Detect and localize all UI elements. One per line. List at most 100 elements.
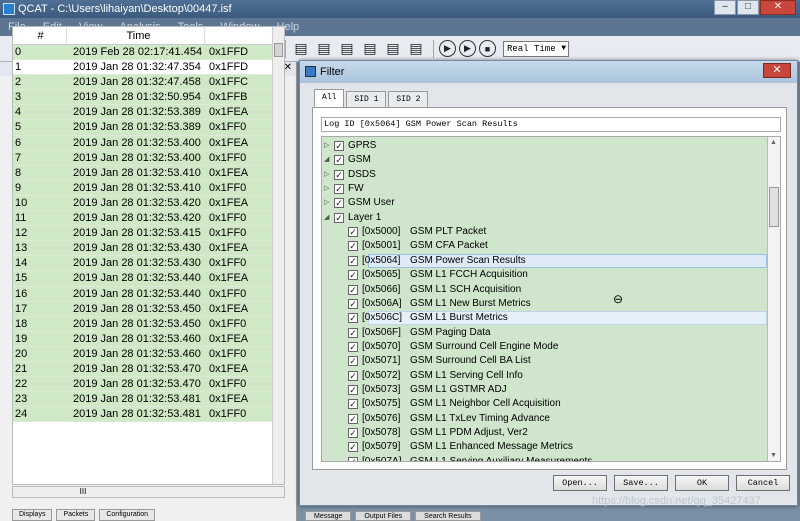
scroll-thumb[interactable] bbox=[769, 187, 779, 227]
checkbox[interactable]: ✓ bbox=[334, 155, 344, 166]
tree-item-log[interactable]: ✓ [0x5072] GSM L1 Serving Cell Info bbox=[322, 369, 762, 383]
table-row[interactable]: 17 2019 Jan 28 01:32:53.450 0x1FEA bbox=[13, 301, 284, 317]
checkbox[interactable]: ✓ bbox=[348, 413, 358, 424]
table-row[interactable]: 20 2019 Jan 28 01:32:53.460 0x1FF0 bbox=[13, 346, 284, 362]
tab-configuration[interactable]: Configuration bbox=[99, 509, 155, 521]
tab-message[interactable]: Message bbox=[305, 511, 352, 521]
checkbox[interactable]: ✓ bbox=[348, 428, 358, 438]
table-row[interactable]: 18 2019 Jan 28 01:32:53.450 0x1FF0 bbox=[13, 316, 284, 332]
log-view-4-icon[interactable]: ▤ bbox=[360, 39, 380, 59]
tree-item-log[interactable]: ✓ [0x5066] GSM L1 SCH Acquisition bbox=[322, 283, 762, 297]
column-header-index[interactable]: # bbox=[13, 27, 67, 44]
expand-icon[interactable]: ▷ bbox=[324, 196, 332, 210]
maximize-button[interactable]: □ bbox=[737, 0, 759, 15]
expand-icon[interactable]: ▷ bbox=[324, 182, 332, 196]
save-button[interactable]: Save... bbox=[614, 475, 668, 491]
tree-item-group[interactable]: ▷ ✓ FW bbox=[322, 182, 762, 196]
tree-item-log[interactable]: ✓ [0x5000] GSM PLT Packet bbox=[322, 225, 762, 239]
tree-item-log[interactable]: ✓ [0x5079] GSM L1 Enhanced Message Metrics bbox=[322, 440, 762, 454]
tree-item-group[interactable]: ◢ ✓ GSM bbox=[322, 153, 762, 167]
column-header-code[interactable] bbox=[205, 27, 273, 44]
table-row[interactable]: 6 2019 Jan 28 01:32:53.400 0x1FEA bbox=[13, 135, 284, 151]
table-vertical-scrollbar[interactable] bbox=[272, 27, 284, 484]
tree-item-log[interactable]: ✓ [0x5075] GSM L1 Neighbor Cell Acquisitio… bbox=[322, 397, 762, 411]
minimize-button[interactable]: – bbox=[714, 0, 736, 15]
close-window-button[interactable]: ✕ bbox=[760, 0, 796, 15]
tree-item-log[interactable]: ✓ [0x506C] GSM L1 Burst Metrics bbox=[322, 311, 762, 325]
checkbox[interactable]: ✓ bbox=[334, 198, 344, 209]
table-row[interactable]: 23 2019 Jan 28 01:32:53.481 0x1FEA bbox=[13, 392, 284, 408]
checkbox[interactable]: ✓ bbox=[348, 384, 358, 395]
tree-item-group[interactable]: ▷ ✓ DSDS bbox=[322, 168, 762, 182]
tree-item-log[interactable]: ✓ [0x5078] GSM L1 PDM Adjust, Ver2 bbox=[322, 426, 762, 440]
scroll-thumb[interactable]: III bbox=[73, 488, 93, 496]
table-row[interactable]: 4 2019 Jan 28 01:32:53.389 0x1FEA bbox=[13, 105, 284, 121]
table-row[interactable]: 0 2019 Feb 28 02:17:41.454 0x1FFD bbox=[13, 45, 284, 61]
table-row[interactable]: 9 2019 Jan 28 01:32:53.410 0x1FF0 bbox=[13, 180, 284, 196]
table-row[interactable]: 13 2019 Jan 28 01:32:53.430 0x1FEA bbox=[13, 241, 284, 257]
tree-item-log[interactable]: ✓ [0x5071] GSM Surround Cell BA List bbox=[322, 354, 762, 368]
checkbox[interactable]: ✓ bbox=[348, 255, 358, 266]
tab-packets[interactable]: Packets bbox=[56, 509, 96, 521]
play-icon[interactable]: ▶ bbox=[439, 40, 456, 57]
checkbox[interactable]: ✓ bbox=[348, 270, 358, 281]
checkbox[interactable]: ✓ bbox=[348, 298, 358, 309]
checkbox[interactable]: ✓ bbox=[348, 370, 358, 381]
checkbox[interactable]: ✓ bbox=[348, 241, 358, 252]
collapse-icon[interactable]: ◢ bbox=[324, 153, 332, 167]
tree-item-log[interactable]: ✓ [0x507A] GSM L1 Serving Auxiliary Measur… bbox=[322, 455, 762, 461]
table-row[interactable]: 22 2019 Jan 28 01:32:53.470 0x1FF0 bbox=[13, 377, 284, 393]
log-id-field[interactable]: Log ID [0x5064] GSM Power Scan Results bbox=[321, 117, 781, 132]
table-horizontal-scrollbar[interactable]: III bbox=[12, 486, 285, 498]
scroll-thumb[interactable] bbox=[274, 43, 283, 57]
table-row[interactable]: 8 2019 Jan 28 01:32:53.410 0x1FEA bbox=[13, 165, 284, 181]
open-button[interactable]: Open... bbox=[553, 475, 607, 491]
table-row[interactable]: 12 2019 Jan 28 01:32:53.415 0x1FF0 bbox=[13, 226, 284, 242]
tree-item-log[interactable]: ✓ [0x506A] GSM L1 New Burst Metrics bbox=[322, 297, 762, 311]
table-row[interactable]: 15 2019 Jan 28 01:32:53.440 0x1FEA bbox=[13, 271, 284, 287]
step-icon[interactable]: ▶ bbox=[459, 40, 476, 57]
table-row[interactable]: 2 2019 Jan 28 01:32:47.458 0x1FFC bbox=[13, 75, 284, 91]
expand-icon[interactable]: ▷ bbox=[324, 168, 332, 182]
tab-all[interactable]: All bbox=[314, 89, 345, 107]
log-view-3-icon[interactable]: ▤ bbox=[337, 39, 357, 59]
tree-item-log[interactable]: ✓ [0x5064] GSM Power Scan Results bbox=[322, 254, 762, 268]
tree-item-log[interactable]: ✓ [0x5001] GSM CFA Packet bbox=[322, 239, 762, 253]
tree-item-group[interactable]: ▷ ✓ GSM User bbox=[322, 196, 762, 210]
column-header-time[interactable]: Time bbox=[67, 27, 205, 44]
tree-item-log[interactable]: ✓ [0x5073] GSM L1 GSTMR ADJ bbox=[322, 383, 762, 397]
table-row[interactable]: 3 2019 Jan 28 01:32:50.954 0x1FFB bbox=[13, 90, 284, 106]
tab-search-results[interactable]: Search Results bbox=[415, 511, 481, 521]
checkbox[interactable]: ✓ bbox=[334, 184, 344, 195]
table-row[interactable]: 7 2019 Jan 28 01:32:53.400 0x1FF0 bbox=[13, 150, 284, 166]
cancel-button[interactable]: Cancel bbox=[736, 475, 790, 491]
scroll-up-icon[interactable]: ▲ bbox=[770, 139, 777, 146]
ok-button[interactable]: OK bbox=[675, 475, 729, 491]
collapse-icon[interactable]: ◢ bbox=[324, 211, 332, 225]
tab-sid-1[interactable]: SID 1 bbox=[346, 91, 387, 107]
checkbox[interactable]: ✓ bbox=[348, 313, 358, 324]
checkbox[interactable]: ✓ bbox=[334, 212, 344, 223]
tree-item-log[interactable]: ✓ [0x5070] GSM Surround Cell Engine Mode bbox=[322, 340, 762, 354]
checkbox[interactable]: ✓ bbox=[348, 399, 358, 410]
checkbox[interactable]: ✓ bbox=[348, 341, 358, 352]
checkbox[interactable]: ✓ bbox=[334, 169, 344, 180]
tree-item-log[interactable]: ✓ [0x5065] GSM L1 FCCH Acquisition bbox=[322, 268, 762, 282]
log-view-2-icon[interactable]: ▤ bbox=[314, 39, 334, 59]
log-view-icon[interactable]: ▤ bbox=[291, 39, 311, 59]
tree-item-log[interactable]: ✓ [0x5076] GSM L1 TxLev Timing Advance bbox=[322, 412, 762, 426]
log-view-6-icon[interactable]: ▤ bbox=[406, 39, 426, 59]
scroll-down-icon[interactable]: ▼ bbox=[770, 452, 777, 459]
checkbox[interactable]: ✓ bbox=[348, 456, 358, 461]
checkbox[interactable]: ✓ bbox=[348, 227, 358, 238]
tree-item-log[interactable]: ✓ [0x506F] GSM Paging Data bbox=[322, 326, 762, 340]
tree-item-group[interactable]: ▷ ✓ GPRS bbox=[322, 139, 762, 153]
table-row[interactable]: 21 2019 Jan 28 01:32:53.470 0x1FEA bbox=[13, 361, 284, 378]
table-row[interactable]: 16 2019 Jan 28 01:32:53.440 0x1FF0 bbox=[13, 286, 284, 302]
log-view-5-icon[interactable]: ▤ bbox=[383, 39, 403, 59]
table-row[interactable]: 24 2019 Jan 28 01:32:53.481 0x1FF0 bbox=[13, 407, 284, 423]
checkbox[interactable]: ✓ bbox=[348, 442, 358, 453]
tree-item-group[interactable]: ◢ ✓ Layer 1 bbox=[322, 211, 762, 225]
table-row[interactable]: 19 2019 Jan 28 01:32:53.460 0x1FEA bbox=[13, 331, 284, 347]
expand-icon[interactable]: ▷ bbox=[324, 139, 332, 153]
